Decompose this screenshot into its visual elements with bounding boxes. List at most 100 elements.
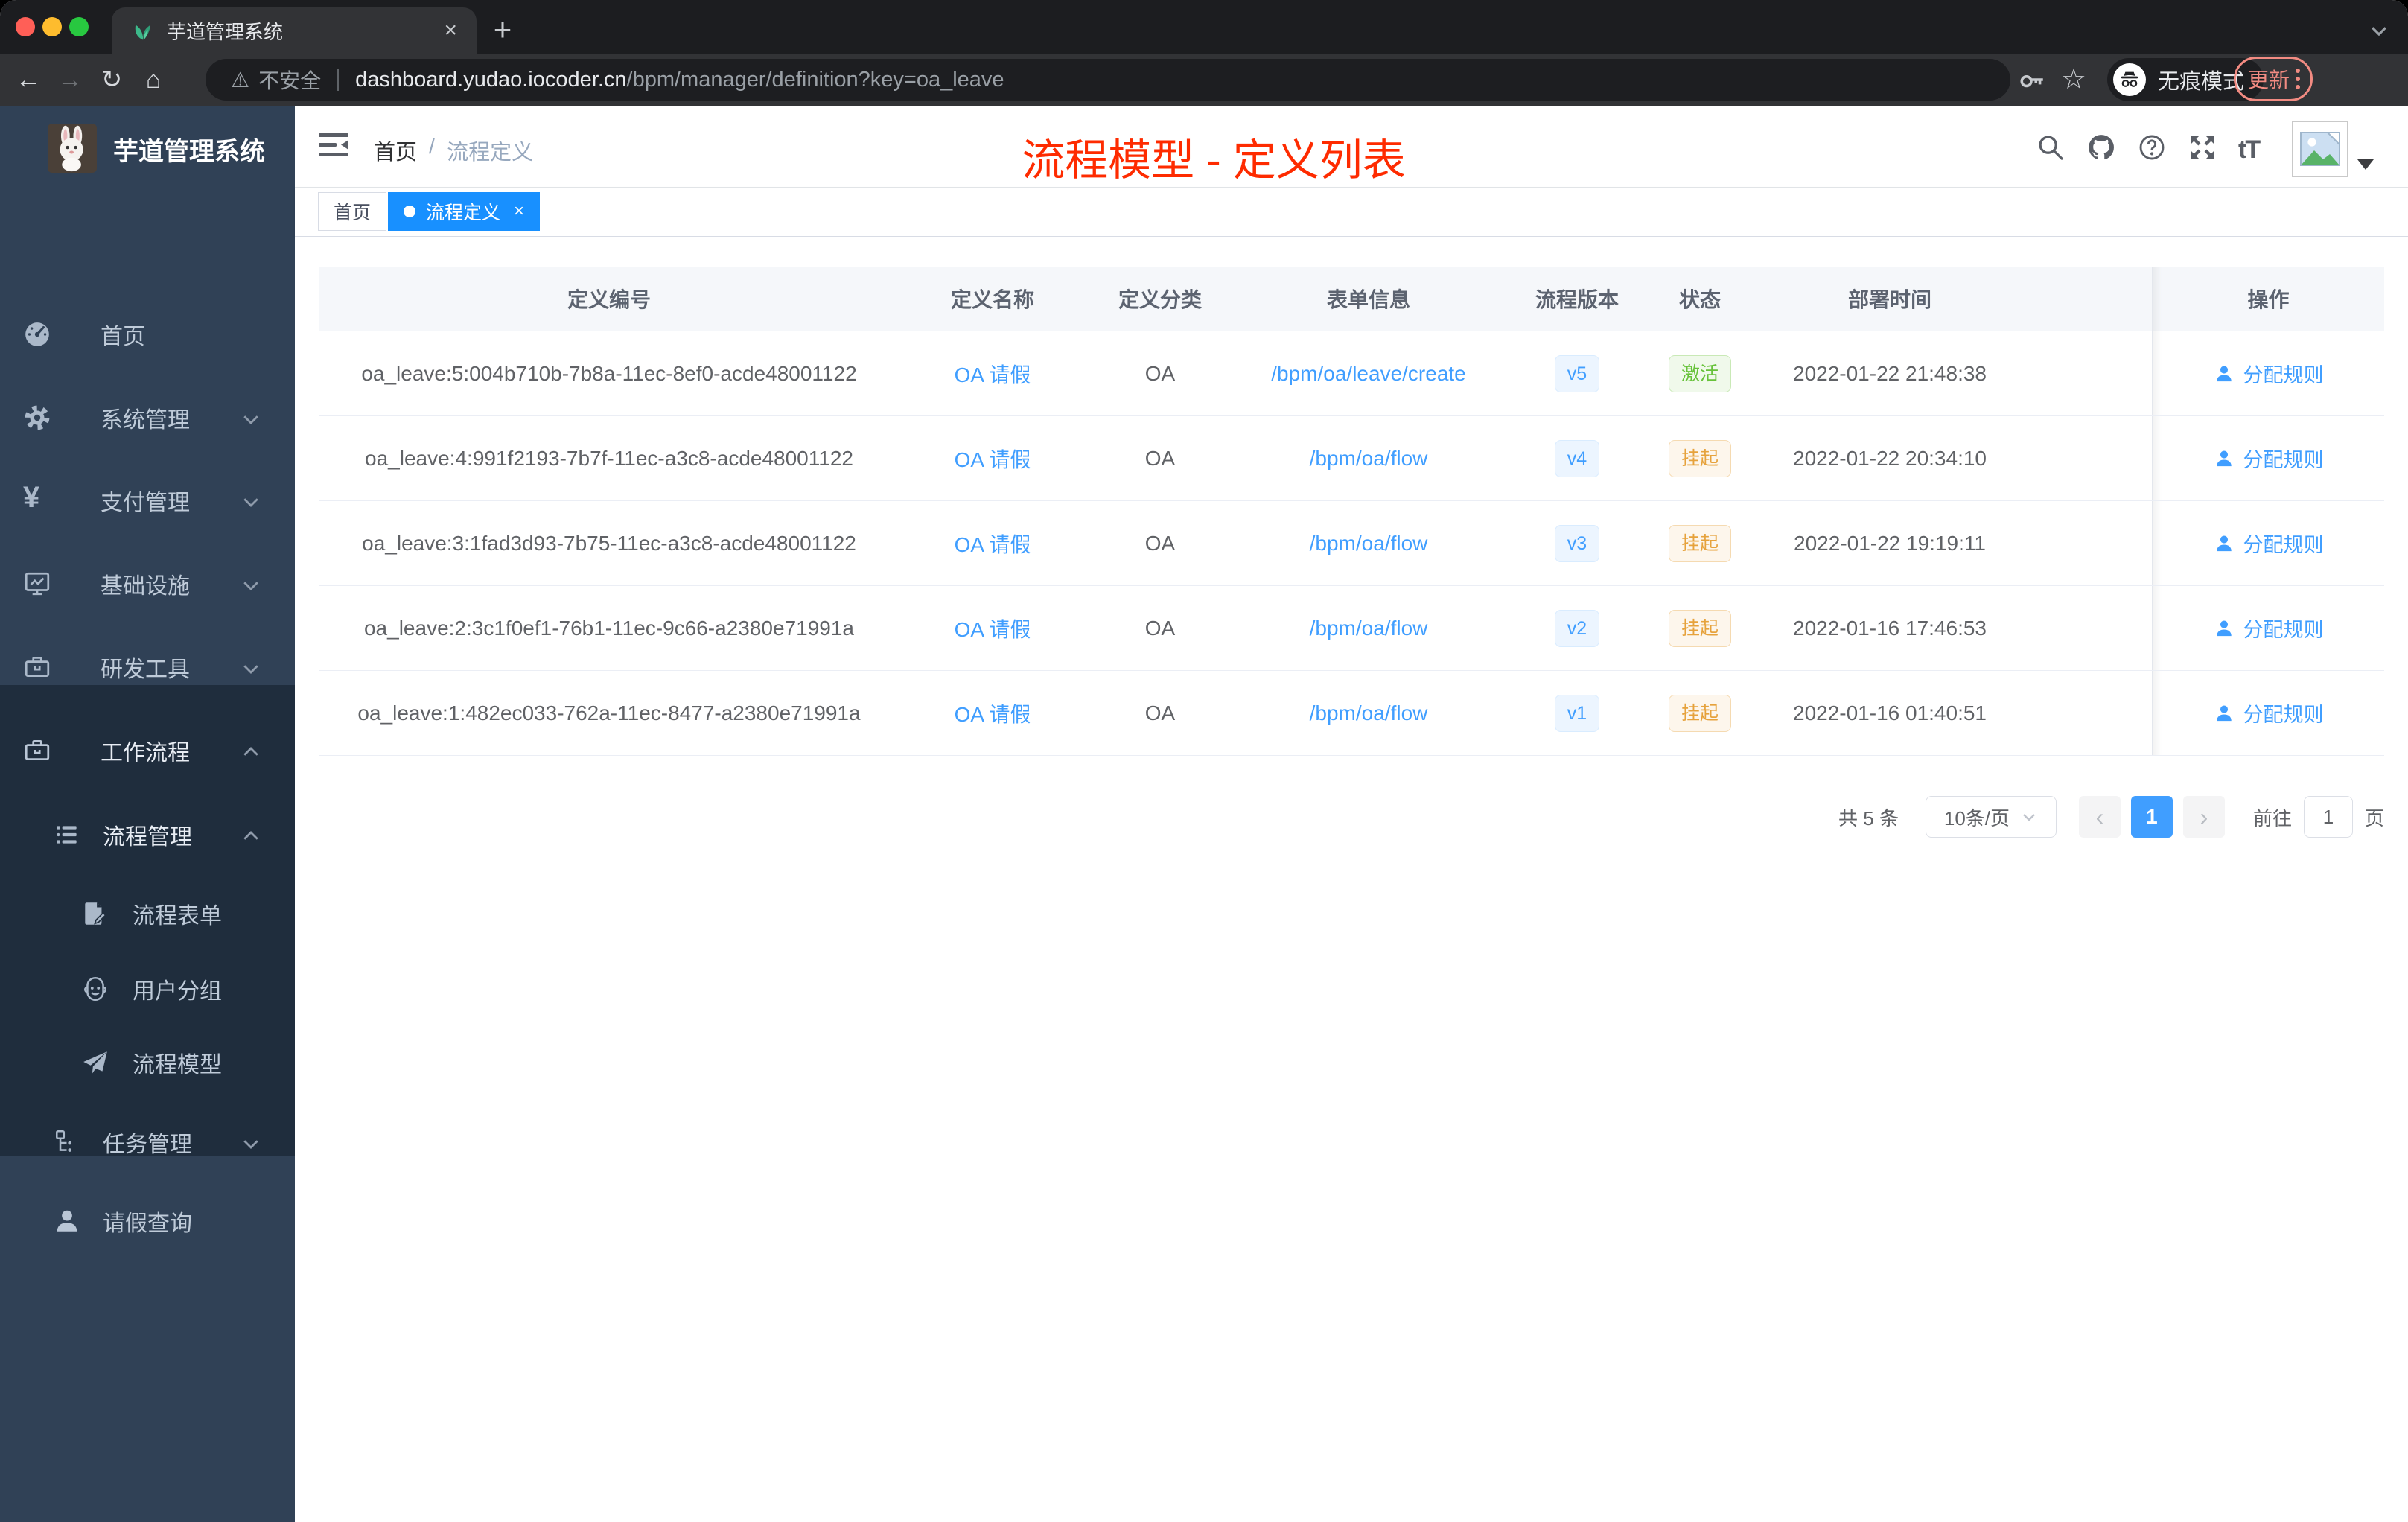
tag-process-definition[interactable]: 流程定义 × xyxy=(388,192,541,231)
forward-button[interactable]: → xyxy=(49,66,91,95)
chevron-up-icon xyxy=(240,741,262,763)
assign-rule-link[interactable]: 分配规则 xyxy=(2243,359,2324,388)
sidebar-item-task-management[interactable]: 任务管理 xyxy=(0,1105,295,1179)
sidebar-item-label: 用户分组 xyxy=(133,979,222,1004)
breadcrumb: 首页 / 流程定义 xyxy=(374,135,533,166)
form-link[interactable]: /bpm/oa/flow xyxy=(1235,447,1503,471)
sidebar-item-process-form[interactable]: 流程表单 xyxy=(0,876,295,951)
goto-page-input[interactable] xyxy=(2303,796,2353,838)
avatar[interactable] xyxy=(2292,121,2348,177)
sidebar-item-dev-tools[interactable]: 研发工具 xyxy=(0,630,295,704)
version-badge: v4 xyxy=(1554,439,1600,477)
definition-id: oa_leave:3:1fad3d93-7b75-11ec-a3c8-acde4… xyxy=(362,531,856,555)
deploy-time: 2022-01-22 19:19:11 xyxy=(1794,531,1986,555)
chevron-up-icon xyxy=(240,825,262,847)
search-icon[interactable] xyxy=(2036,133,2065,162)
incognito-icon xyxy=(2113,63,2146,96)
back-button[interactable]: ← xyxy=(7,66,49,95)
deploy-time: 2022-01-16 17:46:53 xyxy=(1793,616,1987,640)
bookmark-star-icon[interactable]: ☆ xyxy=(2061,63,2086,96)
definition-id: oa_leave:2:3c1f0ef1-76b1-11ec-9c66-a2380… xyxy=(363,616,854,640)
form-link[interactable]: /bpm/oa/flow xyxy=(1235,701,1503,725)
tag-home[interactable]: 首页 xyxy=(318,192,387,231)
next-page-button[interactable]: › xyxy=(2182,796,2225,838)
font-size-icon[interactable]: tT xyxy=(2238,136,2268,165)
assign-rule-link[interactable]: 分配规则 xyxy=(2243,529,2324,558)
assign-rule-link[interactable]: 分配规则 xyxy=(2243,444,2324,473)
assign-person-icon xyxy=(2216,620,2232,636)
fullscreen-icon[interactable] xyxy=(2188,133,2217,162)
definition-name-link[interactable]: OA 请假 xyxy=(899,614,1086,643)
tag-label: 首页 xyxy=(334,203,372,223)
sidebar-item-payment[interactable]: ¥ 支付管理 xyxy=(0,463,295,538)
pagination: 共 5 条 10条/页 ‹ 1 › 前往 页 xyxy=(1838,796,2384,838)
prev-page-button[interactable]: ‹ xyxy=(2078,796,2121,838)
deploy-time: 2022-01-16 01:40:51 xyxy=(1793,701,1987,725)
definition-name-link[interactable]: OA 请假 xyxy=(899,529,1086,558)
definition-name-link[interactable]: OA 请假 xyxy=(899,359,1086,389)
sidebar-item-process-model[interactable]: 流程模型 xyxy=(0,1025,295,1100)
definition-id: oa_leave:4:991f2193-7b7f-11ec-a3c8-acde4… xyxy=(365,446,853,470)
address-bar[interactable]: ⚠ 不安全 dashboard.yudao.iocoder.cn /bpm/ma… xyxy=(206,59,2010,101)
definition-name-link[interactable]: OA 请假 xyxy=(899,444,1086,474)
chevron-down-icon xyxy=(240,574,262,596)
current-page-button[interactable]: 1 xyxy=(2130,796,2173,838)
tag-close-icon[interactable]: × xyxy=(514,201,524,222)
sidebar-item-infrastructure[interactable]: 基础设施 xyxy=(0,547,295,621)
macos-zoom-button[interactable] xyxy=(69,17,89,36)
favicon-sprout-icon xyxy=(133,19,155,42)
assign-rule-link[interactable]: 分配规则 xyxy=(2243,614,2324,643)
sidebar-item-process-management[interactable]: 流程管理 xyxy=(0,797,295,872)
macos-close-button[interactable] xyxy=(16,17,35,36)
version-badge: v5 xyxy=(1554,354,1600,392)
total-count-label: 共 5 条 xyxy=(1838,806,1899,830)
definition-name-link[interactable]: OA 请假 xyxy=(899,698,1086,728)
col-header-category: 定义分类 xyxy=(1118,288,1202,311)
paper-plane-icon xyxy=(81,1048,109,1077)
table-row: oa_leave:3:1fad3d93-7b75-11ec-a3c8-acde4… xyxy=(319,501,2384,586)
sidebar-item-label: 请假查询 xyxy=(103,1211,192,1236)
page-size-select[interactable]: 10条/页 xyxy=(1925,796,2057,838)
sidebar-item-label: 基础设施 xyxy=(101,574,190,599)
definition-id: oa_leave:5:004b710b-7b8a-11ec-8ef0-acde4… xyxy=(361,361,857,385)
github-icon[interactable] xyxy=(2086,133,2116,162)
sidebar-item-home[interactable]: 首页 xyxy=(0,297,295,372)
sidebar-item-leave-query[interactable]: 请假查询 xyxy=(0,1184,295,1258)
new-tab-button[interactable]: + xyxy=(485,13,520,48)
tags-view-bar: 首页 流程定义 × xyxy=(295,188,2408,237)
definition-id: oa_leave:1:482ec033-762a-11ec-8477-a2380… xyxy=(357,701,861,725)
assign-rule-link[interactable]: 分配规则 xyxy=(2243,698,2324,727)
chrome-update-menu[interactable]: 更新 xyxy=(2234,57,2313,101)
status-badge: 挂起 xyxy=(1668,524,1731,562)
reload-button[interactable]: ↻ xyxy=(91,65,133,95)
sidebar-item-label: 支付管理 xyxy=(101,491,190,515)
logo-row[interactable]: 芋道管理系统 xyxy=(0,124,295,206)
sidebar-item-user-group[interactable]: 用户分组 xyxy=(0,952,295,1026)
tab-search-chevron-icon[interactable] xyxy=(2368,19,2390,42)
form-link[interactable]: /bpm/oa/leave/create xyxy=(1235,362,1503,386)
home-button[interactable]: ⌂ xyxy=(133,66,174,95)
sidebar-collapse-icon[interactable] xyxy=(319,133,348,161)
browser-tab[interactable]: 芋道管理系统 × xyxy=(112,7,477,54)
form-link[interactable]: /bpm/oa/flow xyxy=(1235,532,1503,555)
form-link[interactable]: /bpm/oa/flow xyxy=(1235,617,1503,640)
sidebar-item-label: 首页 xyxy=(101,325,145,349)
sidebar-item-label: 系统管理 xyxy=(101,408,190,433)
col-header-id: 定义编号 xyxy=(567,288,651,311)
password-key-icon[interactable] xyxy=(2018,66,2046,94)
actions-cell: 分配规则 xyxy=(2152,671,2384,755)
actions-cell: 分配规则 xyxy=(2152,416,2384,500)
tab-close-icon[interactable]: × xyxy=(444,18,457,43)
breadcrumb-home[interactable]: 首页 xyxy=(374,135,417,166)
status-badge: 挂起 xyxy=(1668,439,1731,477)
avatar-dropdown-caret[interactable] xyxy=(2357,159,2374,170)
status-badge: 激活 xyxy=(1668,354,1731,392)
definition-category: OA xyxy=(1144,531,1176,555)
help-icon[interactable] xyxy=(2137,133,2167,162)
sidebar-item-system[interactable]: 系统管理 xyxy=(0,380,295,455)
org-tree-icon xyxy=(53,1128,81,1156)
sidebar-item-workflow[interactable]: 工作流程 xyxy=(0,713,295,788)
yen-icon: ¥ xyxy=(23,481,40,514)
assign-person-icon xyxy=(2216,705,2232,721)
macos-minimize-button[interactable] xyxy=(42,17,62,36)
